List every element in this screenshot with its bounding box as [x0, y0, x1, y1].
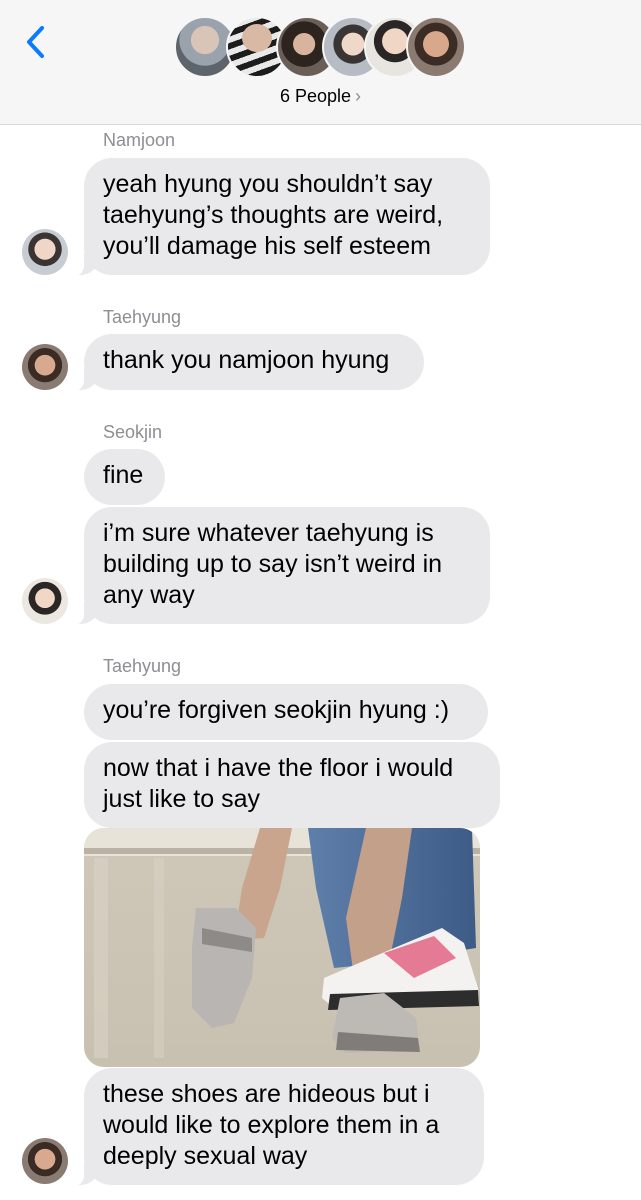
shared-photo[interactable]: [84, 828, 480, 1067]
avatar[interactable]: [22, 1138, 68, 1184]
message-bubble[interactable]: these shoes are hideous but i would like…: [74, 1068, 484, 1186]
avatar[interactable]: [22, 229, 68, 275]
message-bubble[interactable]: you’re forgiven seokjin hyung :): [84, 684, 488, 740]
message-bubble[interactable]: i’m sure whatever taehyung is building u…: [74, 507, 490, 625]
message-bubble[interactable]: yeah hyung you shouldn’t say taehyung’s …: [74, 158, 490, 276]
conversation-header: 6 People ›: [0, 0, 641, 125]
people-count-button[interactable]: 6 People ›: [0, 86, 641, 107]
shoes-photo-image: [84, 828, 480, 1067]
sender-name: Seokjin: [103, 422, 163, 442]
message-bubble[interactable]: fine: [84, 449, 165, 505]
avatar[interactable]: [22, 344, 68, 390]
message-bubble[interactable]: thank you namjoon hyung: [74, 334, 424, 391]
avatar[interactable]: [22, 578, 68, 624]
sender-name: Taehyung: [103, 656, 182, 676]
chevron-right-icon: ›: [355, 86, 362, 106]
group-avatar[interactable]: [406, 16, 466, 78]
sender-name: Namjoon: [103, 130, 176, 150]
sender-name: Taehyung: [103, 307, 182, 327]
message-bubble[interactable]: now that i have the floor i would just l…: [84, 742, 500, 828]
people-count-label: 6 People: [279, 86, 352, 106]
